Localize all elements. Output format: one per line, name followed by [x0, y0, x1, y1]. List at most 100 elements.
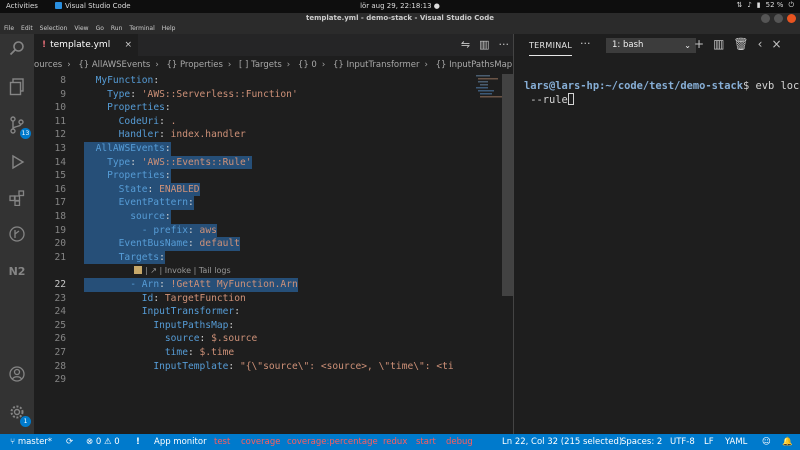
menu-selection[interactable]: Selection: [40, 24, 68, 34]
code-line[interactable]: 25 InputPathsMap:: [34, 319, 502, 333]
code-line[interactable]: 9 Type: 'AWS::Serverless::Function': [34, 88, 502, 102]
maximize-button[interactable]: [774, 14, 783, 23]
account-icon[interactable]: [7, 366, 27, 386]
breadcrumb-item[interactable]: {} 0: [298, 60, 317, 70]
close-panel-icon[interactable]: ×: [771, 37, 781, 51]
code-line[interactable]: 24 InputTransformer:: [34, 305, 502, 319]
codelens[interactable]: | ↗ | Invoke | Tail logs: [134, 264, 231, 278]
code-line[interactable]: 16 State: ENABLED: [34, 182, 502, 197]
minimap[interactable]: [474, 74, 502, 100]
sync-icon[interactable]: ⟳: [66, 434, 73, 450]
tab-terminal[interactable]: TERMINAL: [529, 41, 573, 56]
language-mode[interactable]: YAML: [725, 434, 747, 450]
alert-icon[interactable]: !: [136, 434, 140, 450]
branch-indicator[interactable]: ⑂ master*: [10, 434, 52, 450]
code-line[interactable]: 22 - Arn: !GetAtt MyFunction.Arn: [34, 278, 502, 292]
new-terminal-icon[interactable]: +: [694, 37, 704, 51]
code-line[interactable]: 12 Handler: index.handler: [34, 128, 502, 142]
breadcrumb-item[interactable]: {} InputPathsMap: [436, 60, 513, 70]
cursor-position[interactable]: Ln 22, Col 32 (215 selected): [502, 434, 622, 450]
menu-view[interactable]: View: [74, 24, 88, 34]
code-line[interactable]: 27 time: $.time: [34, 346, 502, 360]
terminal-output[interactable]: lars@lars-hp:~/code/test/demo-stack$ evb…: [524, 79, 800, 107]
run-debug-icon[interactable]: [7, 154, 27, 174]
search-icon[interactable]: [7, 40, 27, 60]
system-tray[interactable]: ⇅ ♪ ▮ 52 % ⏻: [736, 1, 794, 10]
code-line[interactable]: 19 - prefix: aws: [34, 223, 502, 238]
trash-icon[interactable]: 🗑: [733, 37, 748, 51]
code-line[interactable]: 14 Type: 'AWS::Events::Rule': [34, 155, 502, 170]
extensions-icon[interactable]: [7, 190, 27, 210]
editor-scrollbar[interactable]: [502, 74, 513, 434]
clock[interactable]: lör aug 29, 22:18:13 ●: [0, 2, 800, 10]
code-line[interactable]: 26 source: $.source: [34, 332, 502, 346]
breadcrumb-item[interactable]: {} AllAWSEvents: [78, 60, 150, 70]
menu-edit[interactable]: Edit: [21, 24, 33, 34]
code-line[interactable]: 13 AllAWSEvents:: [34, 142, 502, 156]
split-terminal-icon[interactable]: ▥: [713, 37, 724, 51]
code-line[interactable]: 20 EventBusName: default: [34, 237, 502, 251]
breadcrumb-item[interactable]: {} Properties: [166, 60, 222, 70]
yaml-key: source: [164, 333, 200, 345]
line-number: 24: [54, 306, 66, 318]
menu-terminal[interactable]: Terminal: [129, 24, 154, 34]
menu-go[interactable]: Go: [96, 24, 104, 34]
code-line[interactable]: 18 source:: [34, 210, 502, 224]
scrollbar-thumb[interactable]: [502, 74, 513, 296]
code-line[interactable]: 15 Properties:: [34, 169, 502, 183]
open-changes-icon[interactable]: ⇋: [461, 38, 470, 51]
warning-marker: !: [42, 40, 47, 50]
code-line[interactable]: 28 InputTemplate: "{\"source\": <source>…: [34, 360, 502, 374]
indentation[interactable]: Spaces: 2: [621, 434, 662, 450]
npm-script-test[interactable]: test: [214, 434, 230, 450]
encoding[interactable]: UTF-8: [670, 434, 695, 450]
panel-more-icon[interactable]: ···: [580, 37, 591, 50]
breadcrumb-item[interactable]: ources: [34, 60, 62, 70]
terminal-selector[interactable]: 1: bash ⌄: [606, 38, 696, 53]
yaml-key: Handler: [118, 129, 160, 141]
yaml-value: aws: [199, 224, 217, 236]
npm-script-redux[interactable]: redux: [383, 434, 407, 450]
breadcrumb-item[interactable]: [ ] Targets: [239, 60, 282, 70]
code-editor[interactable]: 8 MyFunction: 9 Type: 'AWS::Serverless::F…: [34, 74, 502, 434]
menu-file[interactable]: File: [4, 24, 14, 34]
feedback-icon[interactable]: ☺: [762, 434, 771, 450]
yaml-value: 'AWS::Events::Rule': [141, 156, 252, 168]
code-line[interactable]: 11 CodeUri: .: [34, 115, 502, 129]
npm-script-debug[interactable]: debug: [446, 434, 473, 450]
code-line[interactable]: 17 EventPattern:: [34, 196, 502, 210]
minimize-button[interactable]: [761, 14, 770, 23]
npm-script-coverage[interactable]: coverage: [241, 434, 280, 450]
git-graph-icon[interactable]: [7, 226, 27, 246]
tab-template-yml[interactable]: ! template.yml ×: [34, 34, 138, 56]
line-number: 23: [54, 292, 66, 304]
app-monitor-button[interactable]: App monitor: [154, 434, 207, 450]
codelens-text[interactable]: | ↗ | Invoke | Tail logs: [145, 266, 231, 275]
close-window-button[interactable]: [787, 14, 796, 23]
volume-icon: ♪: [747, 1, 752, 9]
gear-icon[interactable]: 1: [7, 404, 31, 427]
source-control-icon[interactable]: 13: [7, 116, 31, 139]
more-actions-icon[interactable]: ···: [499, 38, 510, 51]
menu-run[interactable]: Run: [111, 24, 123, 34]
code-line[interactable]: 29: [34, 373, 502, 387]
code-line[interactable]: 10 Properties:: [34, 101, 502, 115]
menu-help[interactable]: Help: [162, 24, 176, 34]
n2-extension-icon[interactable]: N2: [7, 262, 27, 282]
breadcrumb-item[interactable]: {} InputTransformer: [333, 60, 420, 70]
code-line[interactable]: 8 MyFunction:: [34, 74, 502, 88]
npm-script-start[interactable]: start: [416, 434, 436, 450]
code-text: time: $.time: [84, 346, 234, 360]
code-line[interactable]: 23 Id: TargetFunction: [34, 292, 502, 306]
problems-indicator[interactable]: ⊗ 0 ⚠ 0: [86, 434, 120, 450]
end-of-line[interactable]: LF: [704, 434, 714, 450]
split-editor-icon[interactable]: ▥: [479, 38, 489, 51]
maximize-panel-icon[interactable]: ‹: [758, 37, 763, 51]
bell-icon[interactable]: 🔔: [782, 434, 793, 450]
explorer-files-icon[interactable]: [7, 78, 27, 98]
npm-script-coverage-percentage[interactable]: coverage:percentage: [287, 434, 378, 450]
close-tab-icon[interactable]: ×: [124, 34, 132, 56]
code-line[interactable]: 21 Targets:: [34, 250, 502, 265]
